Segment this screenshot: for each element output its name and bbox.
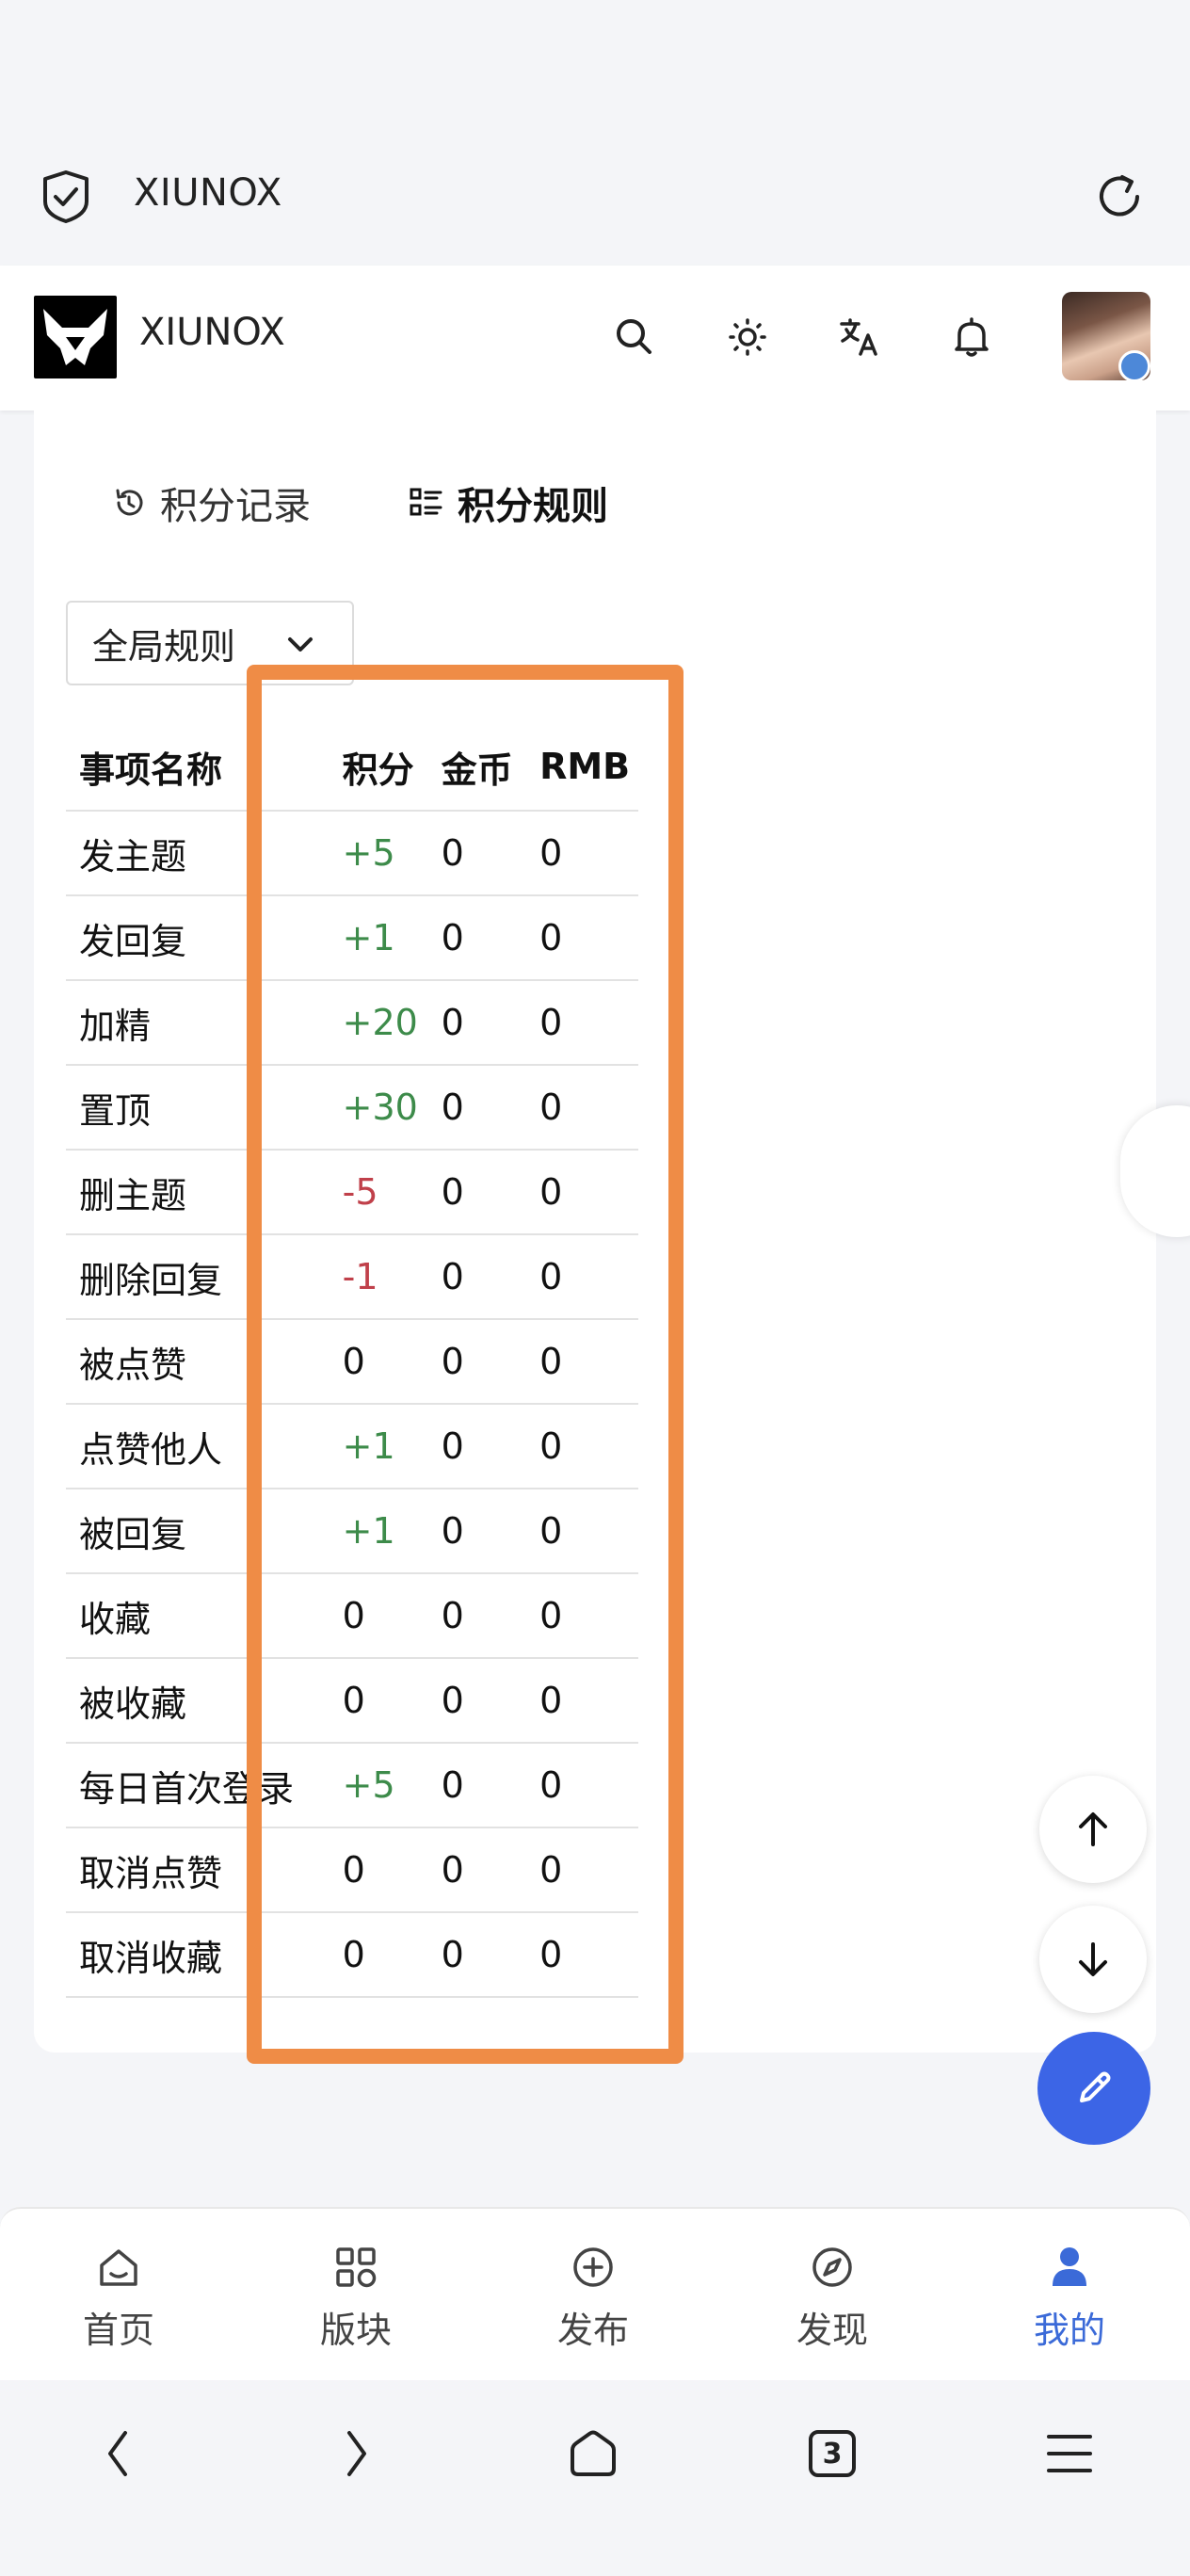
pencil-icon: [1080, 2071, 1111, 2102]
tab-label: 积分规则: [458, 485, 608, 528]
plus-circle-icon: [573, 2247, 613, 2287]
browser-menu-button[interactable]: [1032, 2416, 1107, 2491]
nav-label: 我的: [1033, 2310, 1105, 2351]
user-icon: [1053, 2247, 1086, 2286]
scroll-top-button[interactable]: [1039, 1776, 1147, 1883]
search-icon[interactable]: [608, 311, 661, 363]
nav-label: 发现: [796, 2310, 868, 2351]
shield-check-icon[interactable]: [41, 169, 90, 224]
tab-points-records[interactable]: 积分记录: [111, 473, 311, 533]
compass-icon: [812, 2247, 852, 2287]
browser-home-button[interactable]: [555, 2416, 631, 2491]
tabs-count: 3: [822, 2437, 843, 2471]
tab-label: 积分记录: [160, 485, 311, 528]
nav-item-mine[interactable]: 我的: [994, 2241, 1145, 2353]
theme-sun-icon[interactable]: [721, 311, 774, 363]
list-icon: [410, 488, 442, 516]
nav-label: 首页: [82, 2310, 154, 2351]
nav-item-boards[interactable]: 版块: [281, 2241, 431, 2353]
reload-icon[interactable]: [1092, 169, 1147, 224]
avatar-badge-icon: [1118, 350, 1150, 382]
site-logo[interactable]: [34, 296, 117, 378]
url-text[interactable]: XIUNOX: [134, 171, 282, 215]
compose-button[interactable]: [1037, 2032, 1150, 2145]
nav-item-home[interactable]: 首页: [43, 2241, 194, 2353]
home-outline-icon: [571, 2430, 616, 2476]
browser-back-button[interactable]: [81, 2416, 156, 2491]
nav-label: 发布: [556, 2310, 629, 2351]
chevron-left-icon: [108, 2431, 127, 2476]
arrow-up-icon: [1079, 1812, 1107, 1846]
tab-points-rules[interactable]: 积分规则: [409, 473, 608, 533]
menu-icon: [1047, 2435, 1092, 2472]
arrow-down-icon: [1079, 1942, 1107, 1976]
chevron-right-icon: [347, 2431, 366, 2476]
site-name[interactable]: XIUNOX: [139, 311, 285, 354]
browser-forward-button[interactable]: [318, 2416, 394, 2491]
translate-icon[interactable]: [832, 311, 885, 363]
history-icon: [116, 489, 143, 516]
rule-scope-value: 全局规则: [92, 625, 236, 668]
nav-item-post[interactable]: 发布: [518, 2241, 668, 2353]
bell-icon[interactable]: [945, 311, 998, 363]
highlight-box: [247, 665, 683, 2064]
nav-label: 版块: [319, 2310, 392, 2351]
home-icon: [100, 2249, 137, 2286]
scroll-bottom-button[interactable]: [1039, 1906, 1147, 2013]
chevron-down-icon: [288, 637, 313, 652]
logo-mark-icon: [43, 309, 107, 365]
grid-icon: [336, 2247, 377, 2288]
browser-tabs-button[interactable]: 3: [795, 2416, 870, 2491]
nav-item-discover[interactable]: 发现: [757, 2241, 908, 2353]
